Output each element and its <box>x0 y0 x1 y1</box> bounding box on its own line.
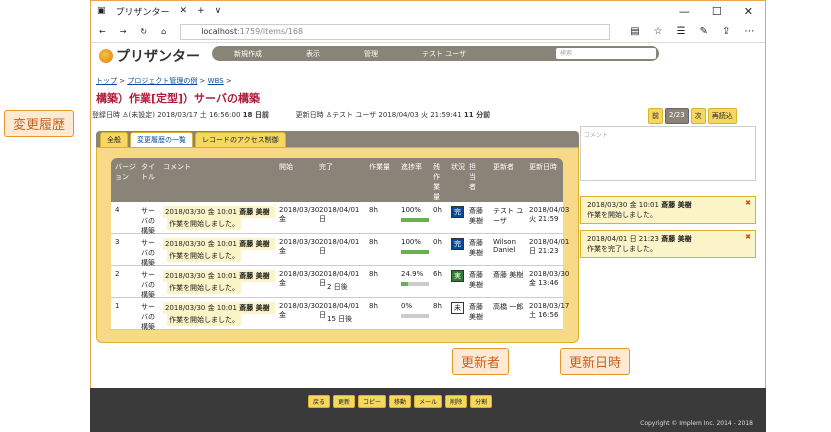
address-bar-row: ← → ↻ ⌂ localhost:1759/items/168 ▤ ☆ ☰ ✎ ⇪ ⋯ <box>91 21 765 43</box>
delete-button[interactable]: 削除 <box>445 395 468 408</box>
refresh-icon[interactable]: ↻ <box>140 27 147 36</box>
callout-updated-at: 更新日時 <box>560 348 631 375</box>
history-comment: 2018/04/01 日 21:23 斎藤 美樹 作業を完了しました。 ✖ <box>580 230 756 258</box>
back-icon[interactable]: ← <box>99 27 106 36</box>
callout-updater: 更新者 <box>452 348 510 375</box>
breadcrumb-wbs[interactable]: WBS <box>208 77 224 85</box>
tab-access[interactable]: レコードのアクセス制御 <box>195 132 286 147</box>
main-menu: 新規作成 表示 管理 テスト ユーザ 検索 <box>212 46 659 61</box>
tab-title[interactable]: プリザンター <box>116 5 170 18</box>
table-row[interactable]: 4 サーバの構築 2018/03/30 金 10:01 斎藤 美樹 作業を開始し… <box>111 202 569 235</box>
back-button[interactable]: 戻る <box>308 395 331 408</box>
minimize-icon[interactable]: — <box>679 5 690 18</box>
menu-view[interactable]: 表示 <box>284 49 342 59</box>
progress-bar <box>401 218 429 222</box>
status-badge: 完 <box>451 238 464 250</box>
tab-icon: ▣ <box>97 6 106 16</box>
tab-list-icon[interactable]: ∨ <box>215 6 222 16</box>
table-row[interactable]: 3 サーバの構築 2018/03/30 金 10:01 斎藤 美樹 作業を開始し… <box>111 234 569 267</box>
favorites-icon[interactable]: ☰ <box>677 26 686 37</box>
page-indicator: 2/23 <box>665 108 689 124</box>
next-button[interactable]: 次 <box>690 108 706 124</box>
forward-icon[interactable]: → <box>120 27 127 36</box>
logo-icon <box>99 49 113 63</box>
history-panel: バージョン タイトル コメント 開始 完了 作業量 進捗率 残作業量 状況 担当… <box>96 147 579 343</box>
app-logo[interactable]: プリザンター <box>99 46 200 66</box>
tab-history[interactable]: 変更履歴の一覧 <box>130 132 193 147</box>
home-icon[interactable]: ⌂ <box>161 27 166 36</box>
split-button[interactable]: 分割 <box>470 395 493 408</box>
record-meta: 登録日時 ♙(未設定) 2018/03/17 土 16:56:00 18 日前 … <box>92 111 491 119</box>
status-badge: 実 <box>451 270 464 282</box>
breadcrumb-top[interactable]: トップ <box>96 77 117 85</box>
breadcrumb: トップ > プロジェクト管理の例 > WBS > <box>96 77 232 85</box>
search-input[interactable]: 検索 <box>556 48 656 59</box>
breadcrumb-project[interactable]: プロジェクト管理の例 <box>127 77 197 85</box>
menu-admin[interactable]: 管理 <box>342 49 400 59</box>
maximize-icon[interactable]: ☐ <box>712 5 722 18</box>
table-row[interactable]: 2 サーバの構築 2018/03/30 金 10:01 斎藤 美樹 作業を開始し… <box>111 266 569 299</box>
reading-view-icon[interactable]: ▤ <box>630 26 639 37</box>
table-row[interactable]: 1 サーバの構築 2018/03/30 金 10:01 斎藤 美樹 作業を開始し… <box>111 298 569 331</box>
menu-user[interactable]: テスト ユーザ <box>400 49 488 59</box>
update-button[interactable]: 更新 <box>333 395 356 408</box>
pager: 前 2/23 次 再読込 <box>648 108 737 124</box>
new-tab-icon[interactable]: + <box>197 6 205 16</box>
page-title: 構築）作業[定型]）サーバの構築 <box>96 92 260 105</box>
move-button[interactable]: 移動 <box>389 395 412 408</box>
copy-button[interactable]: コピー <box>358 395 387 408</box>
progress-bar <box>401 250 429 254</box>
favorite-star-icon[interactable]: ☆ <box>654 26 663 37</box>
pen-icon[interactable]: ✎ <box>700 26 708 37</box>
callout-history: 変更履歴 <box>4 110 75 137</box>
url-field[interactable]: localhost:1759/items/168 <box>180 23 611 40</box>
delete-comment-icon[interactable]: ✖ <box>745 199 751 207</box>
status-badge: 完 <box>451 206 464 218</box>
mail-button[interactable]: メール <box>414 395 443 408</box>
status-badge: 未 <box>451 302 464 314</box>
footer-buttons: 戻る 更新 コピー 移動 メール 削除 分割 <box>308 395 493 408</box>
copyright: Copyright © Implem Inc. 2014 - 2018 <box>640 420 753 427</box>
menu-new[interactable]: 新規作成 <box>212 49 284 59</box>
tab-strip: 全般 変更履歴の一覧 レコードのアクセス制御 <box>96 131 579 147</box>
close-tab-icon[interactable]: ✕ <box>180 6 188 16</box>
delete-comment-icon[interactable]: ✖ <box>745 233 751 241</box>
reload-button[interactable]: 再読込 <box>707 108 737 124</box>
progress-bar <box>401 314 429 318</box>
tab-general[interactable]: 全般 <box>100 132 128 147</box>
history-comment: 2018/03/30 金 10:01 斎藤 美樹 作業を開始しました。 ✖ <box>580 196 756 224</box>
more-icon[interactable]: ⋯ <box>744 26 754 37</box>
comment-input[interactable]: コメント <box>580 126 756 181</box>
share-icon[interactable]: ⇪ <box>722 26 730 37</box>
title-bar: ▣ プリザンター ✕ + ∨ — ☐ ✕ <box>91 1 765 21</box>
window-close-icon[interactable]: ✕ <box>744 5 753 18</box>
table-header: バージョン タイトル コメント 開始 完了 作業量 進捗率 残作業量 状況 担当… <box>111 158 563 202</box>
prev-button[interactable]: 前 <box>648 108 663 124</box>
progress-bar <box>401 282 429 286</box>
